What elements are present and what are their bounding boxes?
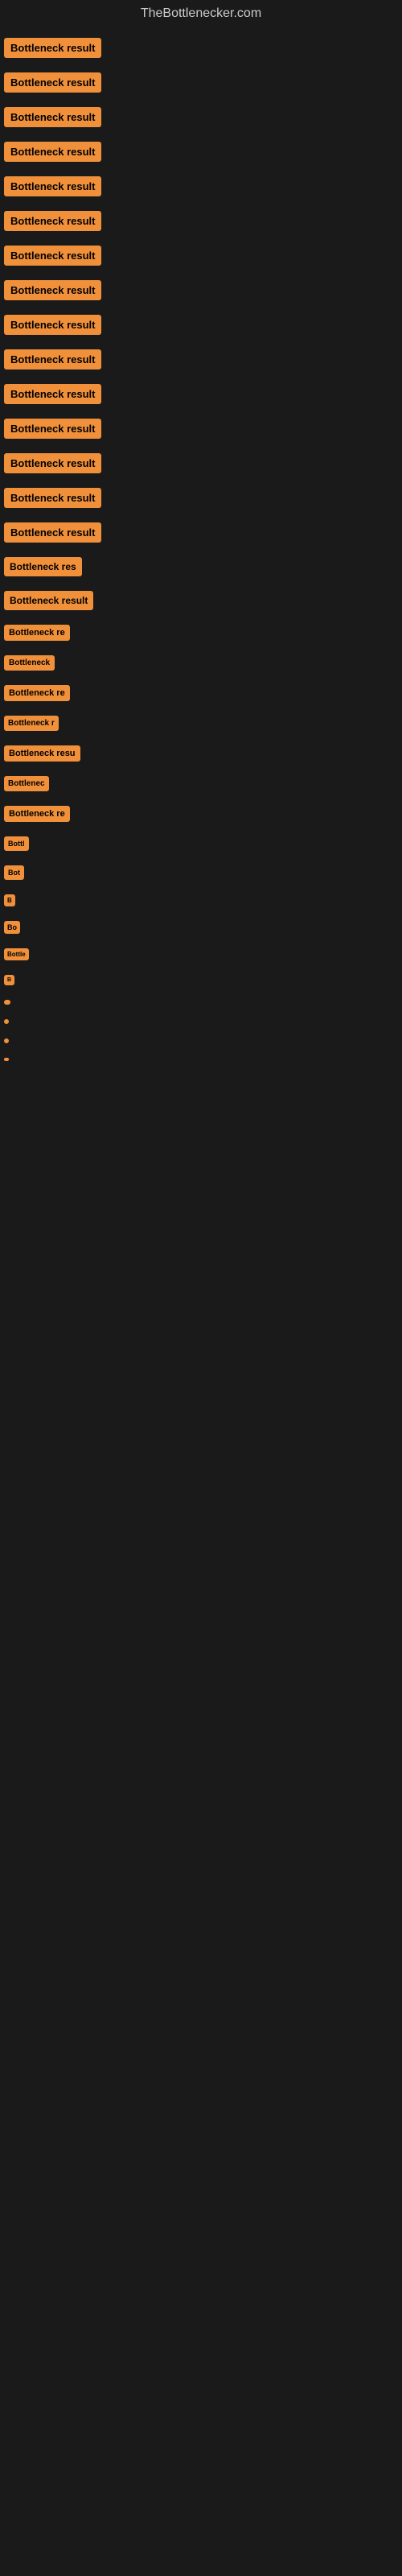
bottleneck-badge[interactable]: Bottlenec bbox=[4, 776, 49, 791]
bottleneck-badge[interactable]: Bottleneck result bbox=[4, 72, 101, 93]
bottleneck-badge[interactable]: Bottleneck result bbox=[4, 142, 101, 162]
bottleneck-badge[interactable]: Bottleneck result bbox=[4, 419, 101, 439]
badge-row: Bottl bbox=[0, 830, 402, 857]
bottleneck-badge[interactable]: B bbox=[4, 975, 14, 985]
badge-row: Bottleneck result bbox=[0, 274, 402, 307]
bottleneck-badge[interactable]: Bot bbox=[4, 865, 24, 880]
bottleneck-badge[interactable]: Bo bbox=[4, 921, 20, 934]
bottleneck-badge[interactable]: Bottleneck result bbox=[4, 453, 101, 473]
badge-row: Bottleneck bbox=[0, 649, 402, 677]
bottleneck-badge[interactable]: Bottleneck resu bbox=[4, 745, 80, 762]
badge-row: Bottleneck result bbox=[0, 135, 402, 168]
badge-row bbox=[0, 993, 402, 1011]
badge-row: Bottleneck result bbox=[0, 204, 402, 237]
bottleneck-badge[interactable]: Bottleneck res bbox=[4, 557, 82, 576]
bottleneck-badge[interactable]: B bbox=[4, 894, 15, 906]
bottleneck-badge[interactable] bbox=[4, 1038, 9, 1043]
badge-row: Bottleneck result bbox=[0, 516, 402, 549]
badge-row: Bottleneck r bbox=[0, 709, 402, 737]
bottleneck-badge[interactable]: Bottleneck result bbox=[4, 280, 101, 300]
bottleneck-badge[interactable] bbox=[4, 1019, 9, 1024]
badge-row bbox=[0, 1013, 402, 1030]
badge-row: Bot bbox=[0, 859, 402, 886]
badge-row: Bottleneck res bbox=[0, 551, 402, 583]
badge-row bbox=[0, 1051, 402, 1067]
badge-row: Bottleneck result bbox=[0, 101, 402, 134]
badge-row: Bottleneck resu bbox=[0, 739, 402, 768]
badge-row: Bottlenec bbox=[0, 770, 402, 798]
bottleneck-badge[interactable]: Bottleneck bbox=[4, 655, 55, 671]
badge-row: B bbox=[0, 888, 402, 913]
badge-row: Bottleneck result bbox=[0, 308, 402, 341]
badge-row: Bottleneck re bbox=[0, 679, 402, 708]
badge-row: Bottleneck result bbox=[0, 584, 402, 617]
badges-container: Bottleneck result Bottleneck result Bottle… bbox=[0, 27, 402, 1073]
badge-row: Bottleneck result bbox=[0, 447, 402, 480]
badge-row: Bottleneck re bbox=[0, 618, 402, 647]
badge-row: Bottleneck result bbox=[0, 412, 402, 445]
bottleneck-badge[interactable]: Bottle bbox=[4, 948, 29, 960]
bottleneck-badge[interactable]: Bottleneck re bbox=[4, 625, 70, 641]
bottleneck-badge[interactable]: Bottleneck re bbox=[4, 685, 70, 701]
bottleneck-badge[interactable]: Bottleneck r bbox=[4, 716, 59, 731]
bottleneck-badge[interactable] bbox=[4, 1058, 9, 1061]
bottleneck-badge[interactable]: Bottleneck result bbox=[4, 246, 101, 266]
badge-row: Bottleneck result bbox=[0, 481, 402, 514]
badge-row: Bottleneck result bbox=[0, 31, 402, 64]
bottleneck-badge[interactable]: Bottleneck result bbox=[4, 591, 93, 610]
bottleneck-badge[interactable]: Bottleneck result bbox=[4, 522, 101, 543]
badge-row: Bottleneck re bbox=[0, 799, 402, 828]
badge-row: B bbox=[0, 968, 402, 992]
site-title: TheBottlenecker.com bbox=[0, 0, 402, 27]
bottleneck-badge[interactable]: Bottleneck result bbox=[4, 211, 101, 231]
badge-row bbox=[0, 1032, 402, 1050]
badge-row: Bottle bbox=[0, 942, 402, 967]
bottleneck-badge[interactable]: Bottleneck result bbox=[4, 176, 101, 196]
bottleneck-badge[interactable]: Bottleneck result bbox=[4, 488, 101, 508]
bottleneck-badge[interactable] bbox=[4, 1000, 10, 1005]
badge-row: Bo bbox=[0, 914, 402, 940]
bottleneck-badge[interactable]: Bottleneck re bbox=[4, 806, 70, 822]
badge-row: Bottleneck result bbox=[0, 343, 402, 376]
badge-row: Bottleneck result bbox=[0, 66, 402, 99]
badge-row: Bottleneck result bbox=[0, 239, 402, 272]
badge-row: Bottleneck result bbox=[0, 170, 402, 203]
badge-row: Bottleneck result bbox=[0, 378, 402, 411]
bottleneck-badge[interactable]: Bottleneck result bbox=[4, 315, 101, 335]
bottleneck-badge[interactable]: Bottleneck result bbox=[4, 107, 101, 127]
bottleneck-badge[interactable]: Bottleneck result bbox=[4, 349, 101, 369]
bottleneck-badge[interactable]: Bottl bbox=[4, 836, 29, 851]
bottleneck-badge[interactable]: Bottleneck result bbox=[4, 38, 101, 58]
bottleneck-badge[interactable]: Bottleneck result bbox=[4, 384, 101, 404]
